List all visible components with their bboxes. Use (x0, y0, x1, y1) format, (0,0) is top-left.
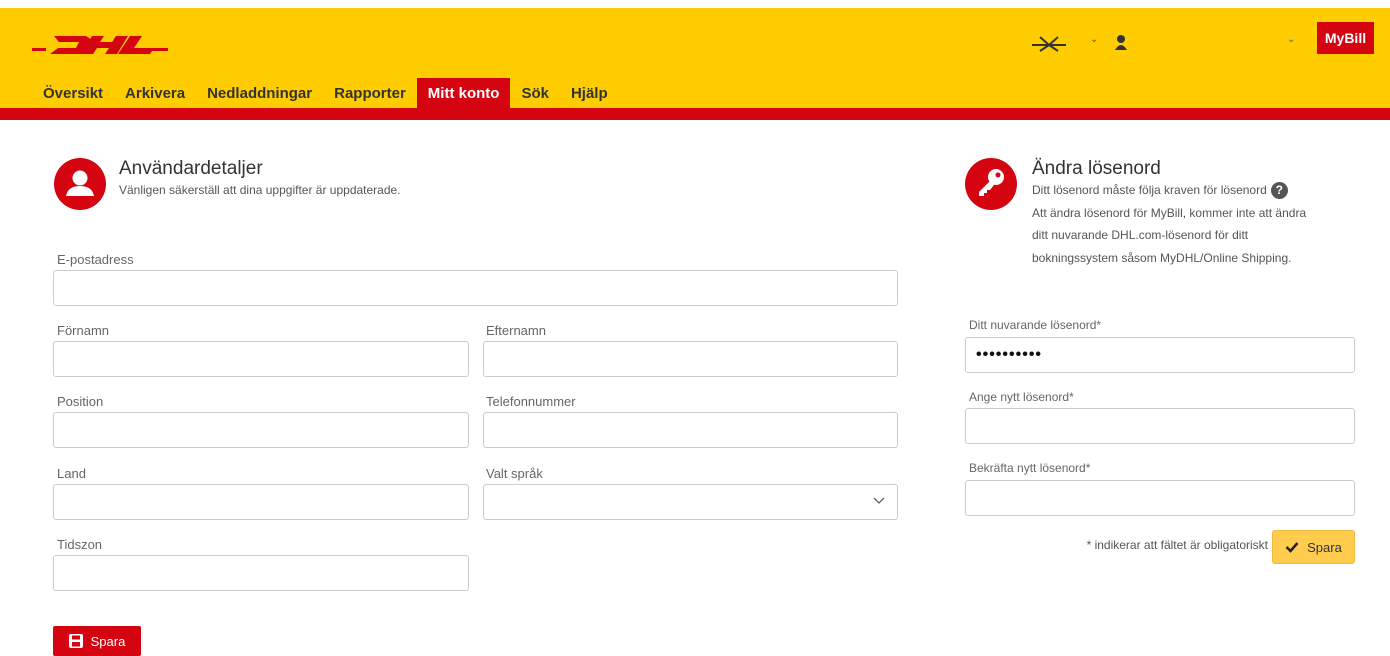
user-details-icon (54, 158, 106, 210)
lastname-field[interactable] (483, 341, 898, 377)
required-note: * indikerar att fältet är obligatoriskt (1086, 538, 1268, 552)
password-line2: Att ändra lösenord för MyBill, kommer in… (1032, 206, 1307, 220)
firstname-field[interactable] (53, 341, 469, 377)
mybill-button[interactable]: MyBill (1317, 22, 1374, 54)
lastname-label: Efternamn (486, 323, 546, 338)
confirm-password-label: Bekräfta nytt lösenord* (969, 461, 1091, 475)
key-icon (965, 158, 1017, 210)
floppy-disk-icon (68, 634, 83, 648)
language-chevron-icon[interactable]: ⌄ (1090, 34, 1098, 45)
chevron-down-icon[interactable] (873, 497, 885, 505)
country-field[interactable] (53, 484, 469, 520)
nav-item-oversikt[interactable]: Översikt (32, 78, 114, 108)
save-password-button[interactable]: Spara (1272, 530, 1355, 564)
main-nav: Översikt Arkivera Nedladdningar Rapporte… (32, 78, 619, 108)
current-password-label: Ditt nuvarande lösenord* (969, 318, 1102, 332)
password-line3: ditt nuvarande DHL.com-lösenord för ditt (1032, 228, 1249, 242)
nav-item-rapporter[interactable]: Rapporter (323, 78, 417, 108)
nav-item-hjalp[interactable]: Hjälp (560, 78, 619, 108)
language-icon[interactable] (1030, 34, 1068, 52)
phone-field[interactable] (483, 412, 898, 448)
save-details-button[interactable]: Spara (53, 626, 141, 656)
country-label: Land (57, 466, 86, 481)
position-label: Position (57, 394, 104, 409)
phone-label: Telefonnummer (486, 394, 576, 409)
current-password-value: •••••••••• (976, 346, 1043, 363)
nav-item-mitt-konto[interactable]: Mitt konto (416, 78, 511, 108)
language-label: Valt språk (486, 466, 543, 481)
new-password-field[interactable] (965, 408, 1355, 444)
user-chevron-icon[interactable]: ⌄ (1287, 34, 1295, 45)
nav-item-sok[interactable]: Sök (510, 78, 560, 108)
email-label: E-postadress (57, 252, 134, 267)
nav-item-nedladdningar[interactable]: Nedladdningar (196, 78, 323, 108)
email-field[interactable] (53, 270, 898, 306)
save-password-label: Spara (1307, 539, 1342, 555)
header-red-strip (0, 108, 1390, 120)
password-requirement-text: Ditt lösenord måste följa kraven för lös… (1032, 183, 1267, 197)
language-select[interactable] (483, 484, 898, 520)
password-line4: bokningssystem såsom MyDHL/Online Shippi… (1032, 251, 1292, 265)
password-line1: Ditt lösenord måste följa kraven för lös… (1032, 180, 1288, 201)
dhl-logo[interactable] (32, 32, 168, 58)
user-icon[interactable] (1114, 34, 1128, 50)
help-icon[interactable]: ? (1270, 182, 1288, 200)
app-header: ⌄ ⌄ MyBill Översikt Arkivera Nedladdning… (0, 8, 1390, 120)
checkmark-icon (1285, 542, 1299, 553)
timezone-label: Tidszon (57, 537, 103, 552)
current-password-field[interactable]: •••••••••• (965, 337, 1355, 373)
position-field[interactable] (53, 412, 469, 448)
user-details-title: Användardetaljer (119, 158, 263, 179)
confirm-password-field[interactable] (965, 480, 1355, 516)
nav-item-arkivera[interactable]: Arkivera (114, 78, 196, 108)
new-password-label: Ange nytt lösenord* (969, 390, 1074, 404)
timezone-field[interactable] (53, 555, 469, 591)
save-details-label: Spara (90, 633, 126, 649)
password-title: Ändra lösenord (1032, 158, 1161, 179)
user-details-subtitle: Vänligen säkerställ att dina uppgifter ä… (119, 183, 401, 197)
firstname-label: Förnamn (57, 323, 110, 338)
